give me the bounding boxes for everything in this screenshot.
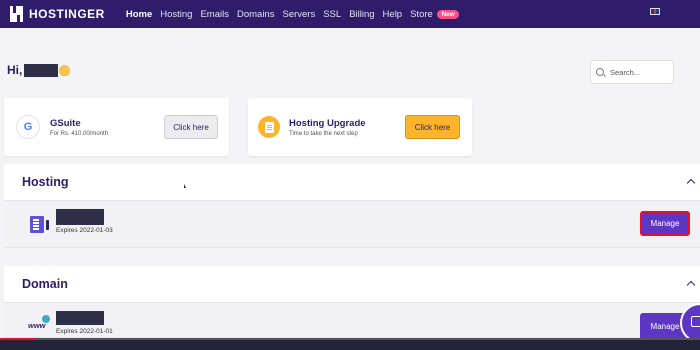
gsuite-card-text: GSuite For Rs. 410.00/month bbox=[50, 118, 164, 137]
hosting-section-title: Hosting bbox=[22, 175, 69, 189]
nav-item-hosting[interactable]: Hosting bbox=[160, 9, 192, 20]
nav-item-home[interactable]: Home bbox=[126, 9, 152, 20]
hosting-manage-button[interactable]: Manage bbox=[640, 211, 690, 236]
language-flag-icon[interactable] bbox=[650, 8, 660, 15]
hostinger-logo[interactable]: HOSTINGER bbox=[10, 6, 105, 22]
google-g-icon: G bbox=[16, 115, 40, 139]
top-nav: HOSTINGER Home Hosting Emails Domains Se… bbox=[0, 0, 700, 28]
redacted-domain-name bbox=[56, 311, 104, 325]
nav-item-billing[interactable]: Billing bbox=[349, 9, 374, 20]
domain-section-header[interactable]: Domain bbox=[4, 266, 700, 302]
video-player-bar bbox=[0, 338, 700, 350]
domain-expiry: Expires 2022-01-01 bbox=[56, 328, 113, 335]
gsuite-click-here-button[interactable]: Click here bbox=[164, 115, 218, 139]
gsuite-title: GSuite bbox=[50, 117, 81, 129]
nav-item-domains[interactable]: Domains bbox=[237, 9, 275, 20]
nav-item-store-label: Store bbox=[410, 8, 433, 20]
nav-item-store[interactable]: Store New bbox=[410, 9, 459, 20]
hosting-upgrade-card: Hosting Upgrade Time to take the next st… bbox=[248, 98, 472, 156]
search-box bbox=[590, 60, 674, 84]
redacted-hosting-name bbox=[56, 209, 104, 225]
greeting-text: Hi, bbox=[7, 63, 23, 77]
hosting-expiry: Expires 2022-01-03 bbox=[56, 227, 113, 234]
upgrade-card-text: Hosting Upgrade Time to take the next st… bbox=[289, 118, 405, 137]
upgrade-click-here-button[interactable]: Click here bbox=[405, 115, 460, 139]
search-input[interactable] bbox=[610, 67, 670, 77]
logo-text: HOSTINGER bbox=[29, 7, 105, 21]
domain-section-title: Domain bbox=[22, 277, 68, 291]
gsuite-card: G GSuite For Rs. 410.00/month Click here bbox=[4, 98, 229, 156]
nav-item-ssl[interactable]: SSL bbox=[323, 9, 341, 20]
mouse-cursor-icon bbox=[184, 184, 186, 188]
search-icon bbox=[596, 68, 604, 76]
video-progress-track[interactable] bbox=[0, 338, 700, 340]
greeting: Hi, bbox=[7, 63, 71, 77]
globe-icon bbox=[42, 315, 50, 323]
upgrade-title: Hosting Upgrade bbox=[289, 117, 366, 129]
new-badge: New bbox=[437, 9, 459, 19]
domain-list-item: www Expires 2022-01-01 bbox=[4, 302, 700, 338]
server-icon bbox=[30, 216, 49, 233]
waving-hand-icon bbox=[59, 64, 71, 76]
hosting-section-header[interactable]: Hosting bbox=[4, 164, 700, 200]
upgrade-subtitle: Time to take the next step bbox=[289, 130, 358, 137]
gsuite-subtitle: For Rs. 410.00/month bbox=[50, 130, 109, 137]
nav-menu: Home Hosting Emails Domains Servers SSL … bbox=[126, 9, 467, 20]
video-progress-fill bbox=[0, 338, 35, 340]
chevron-up-icon[interactable] bbox=[686, 280, 696, 290]
upgrade-icon bbox=[258, 116, 280, 138]
nav-item-servers[interactable]: Servers bbox=[282, 9, 315, 20]
nav-item-help[interactable]: Help bbox=[383, 9, 403, 20]
nav-item-emails[interactable]: Emails bbox=[200, 9, 229, 20]
chevron-up-icon[interactable] bbox=[686, 178, 696, 188]
hosting-list-item: Expires 2022-01-03 bbox=[4, 200, 700, 248]
hostinger-logo-icon bbox=[10, 6, 23, 22]
redacted-username bbox=[24, 63, 59, 77]
